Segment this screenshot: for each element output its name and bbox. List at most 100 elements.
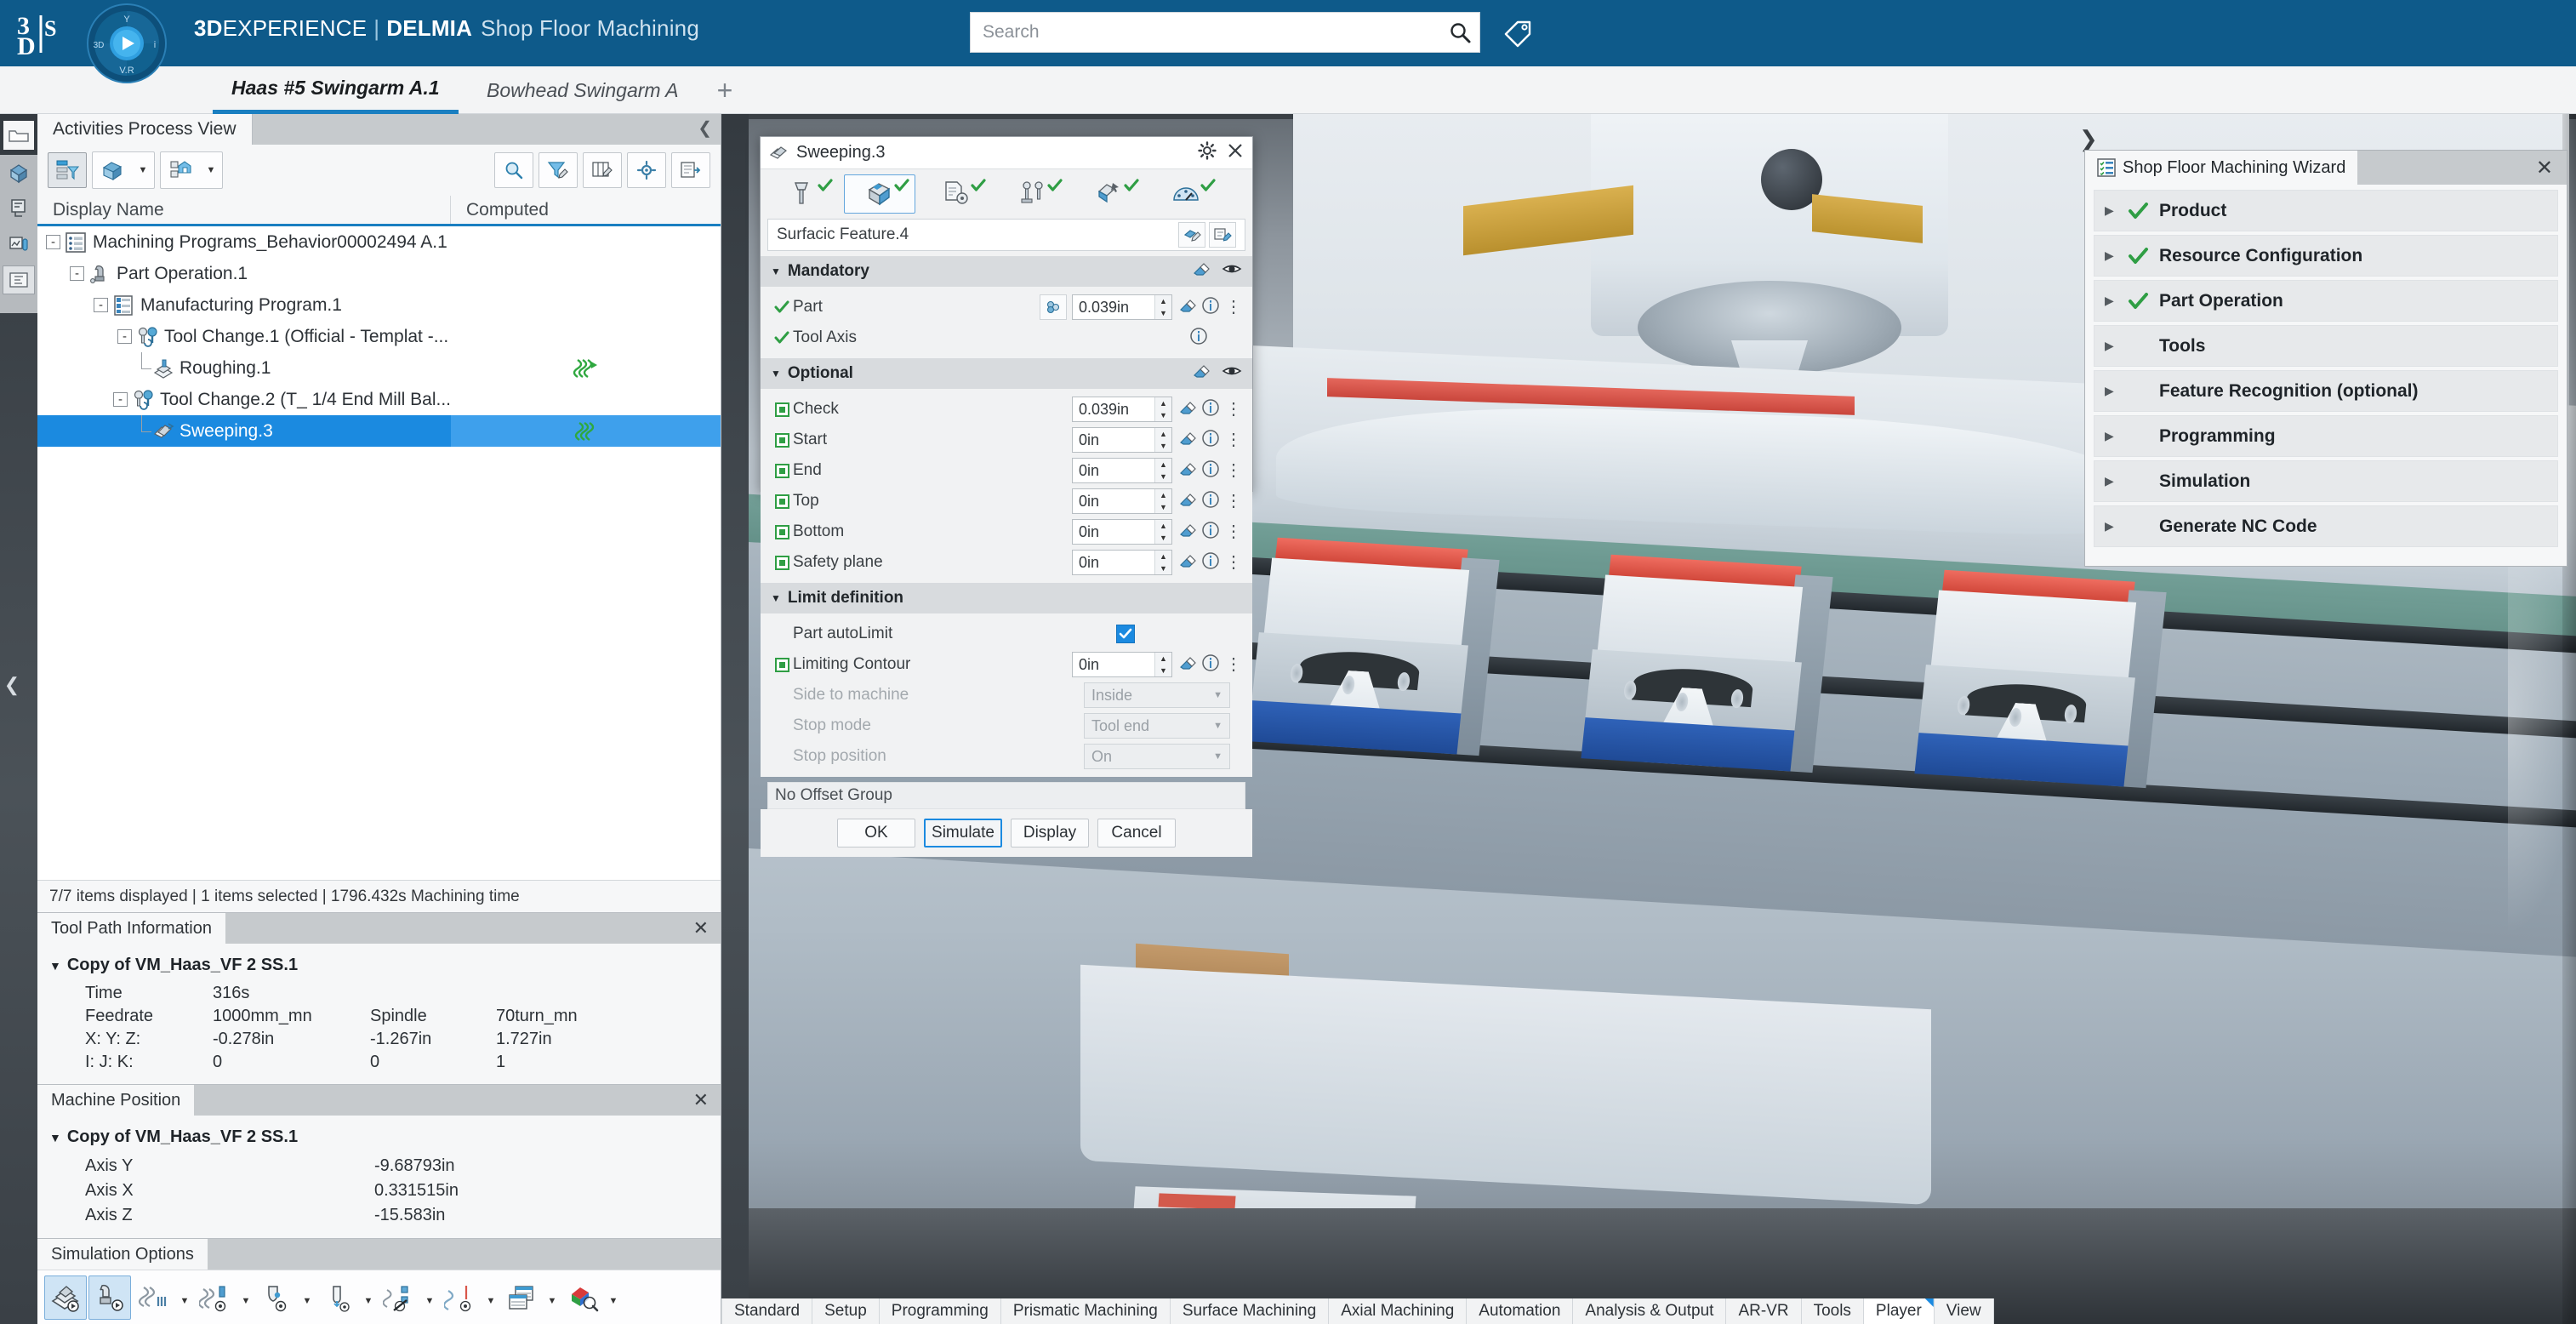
search-box[interactable] (970, 12, 1480, 53)
more-options-icon[interactable]: ⋮ (1225, 431, 1242, 448)
close-icon[interactable] (1227, 142, 1244, 163)
geometry-marker-icon[interactable] (771, 494, 793, 509)
tool-visibility-button[interactable] (255, 1275, 298, 1320)
action-automation[interactable]: Automation (1467, 1298, 1574, 1324)
eraser-icon[interactable] (1177, 654, 1196, 676)
info-icon[interactable] (1189, 327, 1208, 350)
wizard-step-simulation[interactable]: ▶ Simulation (2094, 460, 2558, 502)
wizard-step-product[interactable]: ▶ Product (2094, 190, 2558, 231)
tab-machine-position[interactable]: Machine Position (37, 1085, 195, 1116)
wizard-step-generate-nc-code[interactable]: ▶ Generate NC Code (2094, 505, 2558, 547)
filter-tree-button[interactable] (48, 152, 87, 188)
part-autolimit-checkbox[interactable] (1116, 625, 1135, 643)
open-folder-icon[interactable] (3, 121, 34, 150)
more-options-icon[interactable]: ⋮ (1225, 656, 1242, 673)
eraser-icon[interactable] (1177, 430, 1196, 451)
select-feature-icon[interactable] (1178, 222, 1205, 248)
limiting-contour-input[interactable]: 0in ▲ ▼ (1072, 652, 1172, 677)
tab-tool[interactable] (767, 174, 839, 214)
export-button[interactable] (671, 152, 710, 188)
sweeping-dialog[interactable]: Sweeping.3 Surfacic Feature.4 ▼ Mandator… (760, 136, 1253, 857)
tab-speeds[interactable] (1150, 174, 1222, 214)
tool-axis-button[interactable] (316, 1275, 359, 1320)
chevron-down-icon[interactable]: ▼ (361, 1275, 376, 1320)
add-tab-button[interactable]: + (706, 66, 744, 114)
machine-position-group-title[interactable]: ▼ Copy of VM_Haas_VF 2 SS.1 (37, 1122, 721, 1154)
tab-strategy[interactable] (920, 174, 992, 214)
tab-feeds[interactable] (1074, 174, 1145, 214)
eraser-icon[interactable] (1177, 399, 1196, 420)
tool-path-group-title[interactable]: ▼ Copy of VM_Haas_VF 2 SS.1 (37, 950, 721, 982)
spinner[interactable]: ▲ ▼ (1154, 295, 1171, 319)
cutter-axis-button[interactable] (439, 1275, 482, 1320)
table-row[interactable]: - Manufacturing Program.1 (37, 289, 721, 321)
end-input[interactable]: 0in ▲ ▼ (1072, 458, 1172, 483)
eraser-icon[interactable] (1177, 522, 1196, 543)
edit-columns-button[interactable] (583, 152, 622, 188)
part-pick-icon[interactable] (1040, 294, 1067, 320)
chevron-down-icon[interactable]: ▼ (606, 1275, 621, 1320)
top-input[interactable]: 0in ▲ ▼ (1072, 488, 1172, 514)
more-options-icon[interactable]: ⋮ (1225, 462, 1242, 479)
info-icon[interactable] (1201, 521, 1220, 544)
analysis-icon[interactable] (0, 226, 37, 262)
table-row[interactable]: Roughing.1 (37, 352, 721, 384)
tab-shop-floor-machining-wizard[interactable]: Shop Floor Machining Wizard (2085, 151, 2358, 185)
action-programming[interactable]: Programming (879, 1298, 1001, 1324)
settings-button[interactable] (627, 152, 666, 188)
section-header-mandatory[interactable]: ▼ Mandatory (761, 256, 1252, 287)
chevron-down-icon[interactable]: ▼ (200, 152, 222, 188)
action-analysis-output[interactable]: Analysis & Output (1573, 1298, 1727, 1324)
nc-output-button[interactable] (500, 1275, 543, 1320)
wizard-step-resource-configuration[interactable]: ▶ Resource Configuration (2094, 235, 2558, 277)
action-setup[interactable]: Setup (812, 1298, 880, 1324)
section-header-limit-definition[interactable]: ▼ Limit definition (761, 583, 1252, 613)
stop-position-select[interactable]: On ▼ (1084, 744, 1230, 769)
wizard-step-tools[interactable]: ▶ Tools (2094, 325, 2558, 367)
wizard-step-programming[interactable]: ▶ Programming (2094, 415, 2558, 457)
tab-simulation-options[interactable]: Simulation Options (37, 1239, 208, 1270)
eraser-icon[interactable] (1177, 297, 1196, 318)
toolpath-tool-button[interactable] (194, 1275, 237, 1320)
spinner[interactable]: ▲ ▼ (1154, 397, 1171, 421)
simulate-button[interactable]: Simulate (924, 819, 1002, 847)
more-options-icon[interactable]: ⋮ (1225, 299, 1242, 316)
feature-display-button[interactable] (378, 1275, 420, 1320)
info-icon[interactable] (1201, 551, 1220, 574)
spinner[interactable]: ▲ ▼ (1154, 653, 1171, 676)
table-row[interactable]: Sweeping.3 (37, 415, 721, 447)
stop-mode-select[interactable]: Tool end ▼ (1084, 713, 1230, 739)
close-icon[interactable]: ✕ (2536, 156, 2553, 180)
model-icon[interactable] (0, 155, 37, 191)
start-input[interactable]: 0in ▲ ▼ (1072, 427, 1172, 453)
search-input[interactable] (971, 13, 1440, 52)
column-header-computed[interactable]: Computed (451, 196, 721, 224)
chevron-down-icon[interactable]: ▼ (177, 1275, 192, 1320)
table-row[interactable]: - Tool Change.1 (Official - Templat -... (37, 321, 721, 352)
wizard-step-part-operation[interactable]: ▶ Part Operation (2094, 280, 2558, 322)
behavior-icon[interactable] (0, 191, 37, 226)
action-prismatic-machining[interactable]: Prismatic Machining (1000, 1298, 1171, 1324)
geometry-marker-icon[interactable] (771, 463, 793, 478)
part-offset-input[interactable]: 0.039in ▲ ▼ (1072, 294, 1172, 320)
table-row[interactable]: - Machining Programs_Behavior00002494 A.… (37, 226, 721, 258)
gear-icon[interactable] (1198, 141, 1217, 164)
info-icon[interactable] (1201, 398, 1220, 421)
tab-activities-process-view[interactable]: Activities Process View (37, 114, 253, 145)
eraser-icon[interactable] (1177, 460, 1196, 482)
table-row[interactable]: - Part Operation.1 (37, 258, 721, 289)
action-axial-machining[interactable]: Axial Machining (1329, 1298, 1468, 1324)
info-icon[interactable] (1201, 490, 1220, 513)
info-icon[interactable] (1201, 653, 1220, 676)
more-options-icon[interactable]: ⋮ (1225, 493, 1242, 510)
tab-haas-5-swingarm[interactable]: Haas #5 Swingarm A.1 (213, 66, 459, 114)
chevron-down-icon[interactable]: ▼ (299, 1275, 315, 1320)
tree-icon[interactable] (3, 265, 35, 294)
display-button[interactable]: Display (1011, 819, 1089, 847)
info-icon[interactable] (1201, 296, 1220, 319)
compass-widget[interactable]: Y 3D i V.R (85, 2, 168, 85)
eraser-icon[interactable] (1191, 362, 1210, 385)
viewport-collapse-handle[interactable]: ❮ (0, 664, 24, 706)
spinner[interactable]: ▲ ▼ (1154, 428, 1171, 452)
chevron-down-icon[interactable]: ▼ (132, 152, 154, 188)
